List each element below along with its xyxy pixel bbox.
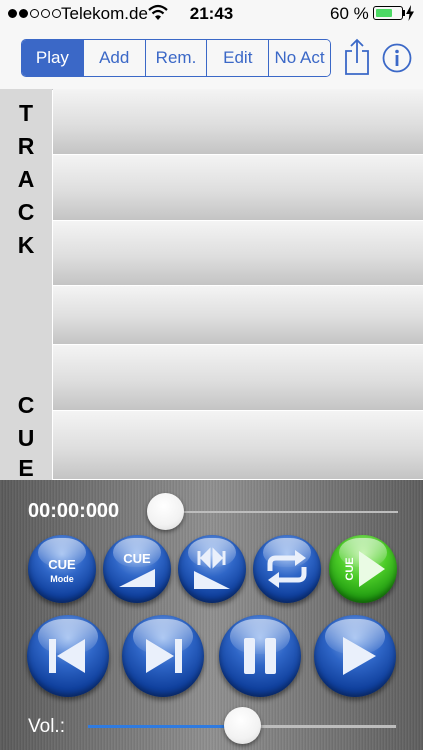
cue-mode-label: CUE xyxy=(48,557,76,572)
cue-play-button[interactable]: CUE xyxy=(329,535,397,603)
cue-mode-icon: CUE Mode xyxy=(48,557,76,584)
track-label-letter: R xyxy=(17,133,35,159)
cue-play-label: CUE xyxy=(344,557,356,580)
status-bar: Telekom.de 21:43 60 % xyxy=(0,0,423,28)
cue-row[interactable] xyxy=(53,345,423,411)
track-label-letter: T xyxy=(18,100,34,126)
cue-fade-label: CUE xyxy=(123,551,151,566)
segment-add[interactable]: Add xyxy=(82,40,145,76)
cue-mode-sublabel: Mode xyxy=(50,574,74,584)
pause-icon xyxy=(244,638,276,674)
pause-button[interactable] xyxy=(219,615,301,697)
track-row[interactable] xyxy=(53,89,423,155)
previous-track-button[interactable] xyxy=(27,615,109,697)
segment-remove[interactable]: Rem. xyxy=(144,40,207,76)
volume-slider-thumb[interactable] xyxy=(224,707,261,744)
repeat-button[interactable] xyxy=(253,535,321,603)
cue-play-icon: CUE xyxy=(344,551,385,587)
timecode-display: 00:00:000 xyxy=(28,500,120,522)
track-label-letter: A xyxy=(17,166,35,192)
toolbar: Play Add Rem. Edit No Act xyxy=(0,28,423,90)
volume-label: Vol.: xyxy=(28,716,65,737)
skip-back-icon xyxy=(49,639,85,673)
cue-row[interactable] xyxy=(53,411,423,480)
skip-fade-icon xyxy=(194,547,230,589)
cue-label-letter: E xyxy=(18,455,34,481)
mode-segmented-control: Play Add Rem. Edit No Act xyxy=(21,39,331,77)
track-row[interactable] xyxy=(53,155,423,221)
battery-icon xyxy=(373,6,403,20)
skip-forward-icon xyxy=(146,639,182,673)
cue-fade-button[interactable]: CUE xyxy=(103,535,171,603)
volume-slider-fill xyxy=(88,725,242,728)
cue-label-letter: C xyxy=(17,392,35,418)
play-button[interactable] xyxy=(314,615,396,697)
cue-label-letter: U xyxy=(17,425,35,451)
share-icon[interactable] xyxy=(344,38,370,76)
segment-edit[interactable]: Edit xyxy=(206,40,269,76)
repeat-icon xyxy=(267,550,307,588)
cue-fade-icon: CUE xyxy=(119,551,155,587)
battery-percentage: 60 % xyxy=(330,4,369,23)
play-icon xyxy=(343,637,376,675)
segment-play[interactable]: Play xyxy=(22,40,83,76)
next-track-button[interactable] xyxy=(122,615,204,697)
section-sidebar: T R A C K C U E xyxy=(0,89,52,480)
cue-mode-button[interactable]: CUE Mode xyxy=(28,535,96,603)
track-row[interactable] xyxy=(53,221,423,286)
skip-fade-button[interactable] xyxy=(178,535,246,603)
track-label-letter: C xyxy=(17,199,35,225)
track-row[interactable] xyxy=(53,286,423,345)
segment-no-action[interactable]: No Act xyxy=(268,40,330,76)
track-label-letter: K xyxy=(17,232,35,258)
position-slider-track[interactable] xyxy=(150,511,398,513)
position-slider-thumb[interactable] xyxy=(147,493,184,530)
charging-bolt-icon xyxy=(406,5,414,21)
info-icon[interactable] xyxy=(382,43,412,73)
player-panel: 00:00:000 CUE Mode CUE CUE Vol.: xyxy=(0,480,423,750)
